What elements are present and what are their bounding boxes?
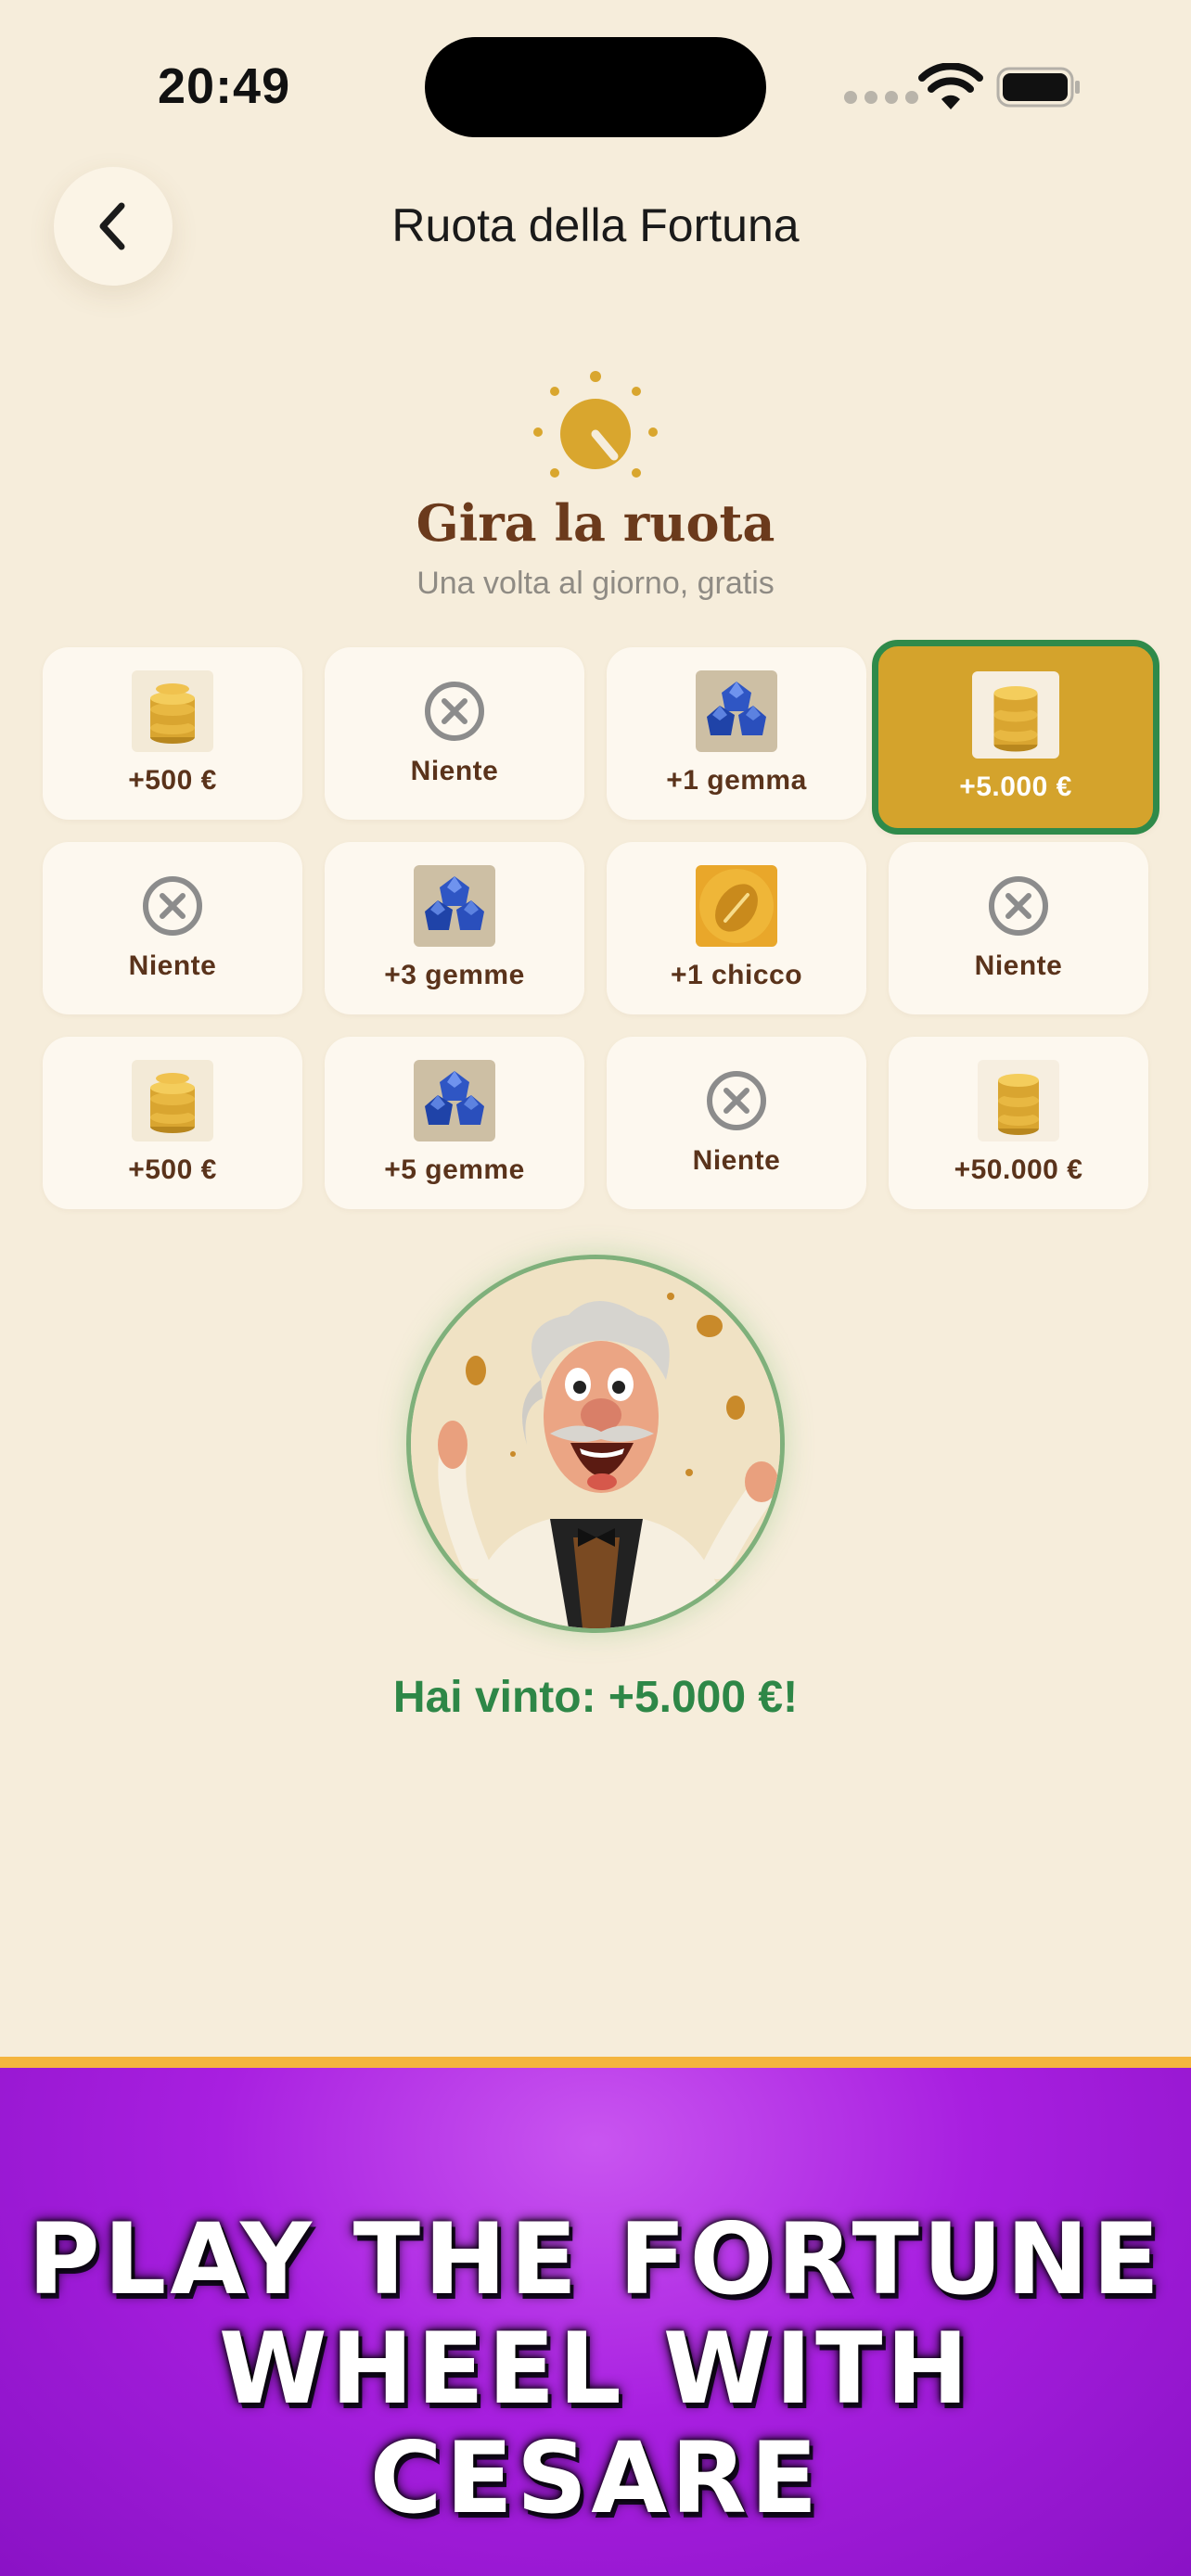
prize-cell[interactable]: Niente bbox=[889, 842, 1148, 1014]
prize-cell[interactable]: +1 chicco bbox=[607, 842, 866, 1014]
prize-cell[interactable]: Niente bbox=[43, 842, 302, 1014]
dynamic-island bbox=[425, 37, 766, 137]
section-subtitle: Una volta al giorno, gratis bbox=[416, 566, 775, 601]
prize-label: +1 chicco bbox=[670, 960, 803, 990]
prize-cell[interactable]: +3 gemme bbox=[325, 842, 584, 1014]
gems-icon bbox=[696, 670, 777, 752]
prize-cell[interactable]: Niente bbox=[325, 647, 584, 820]
promo-line-2: WHEEL WITH CESARE bbox=[218, 2312, 973, 2535]
prize-cell-selected[interactable]: +5.000 € bbox=[872, 640, 1159, 835]
prize-label: +5.000 € bbox=[959, 772, 1072, 802]
cesare-avatar bbox=[406, 1255, 785, 1633]
battery-icon bbox=[996, 67, 1080, 108]
prize-label: +1 gemma bbox=[666, 765, 807, 796]
prize-label: +5 gemme bbox=[384, 1154, 525, 1185]
x-circle-icon bbox=[707, 1071, 766, 1130]
coins-icon bbox=[978, 1060, 1059, 1141]
gems-icon bbox=[414, 1060, 495, 1141]
prize-label: +50.000 € bbox=[954, 1154, 1083, 1185]
prize-label: +3 gemme bbox=[384, 960, 525, 990]
x-circle-icon bbox=[425, 682, 484, 741]
gems-icon bbox=[414, 865, 495, 947]
prize-label: +500 € bbox=[128, 765, 217, 796]
prize-label: Niente bbox=[410, 756, 499, 786]
prize-cell[interactable]: +500 € bbox=[43, 647, 302, 820]
bean-icon bbox=[696, 865, 777, 947]
promo-banner-text: PLAY THE FORTUNE WHEEL WITH CESARE bbox=[0, 2205, 1191, 2533]
coins-icon bbox=[132, 1060, 213, 1141]
prize-label: Niente bbox=[128, 950, 217, 981]
prize-cell[interactable]: +1 gemma bbox=[607, 647, 866, 820]
x-circle-icon bbox=[143, 876, 202, 936]
win-result-text: Hai vinto: +5.000 €! bbox=[392, 1673, 799, 1722]
prize-cell[interactable]: +50.000 € bbox=[889, 1037, 1148, 1209]
prize-cell[interactable]: +500 € bbox=[43, 1037, 302, 1209]
coins-icon bbox=[972, 671, 1059, 759]
prize-cell[interactable]: +5 gemme bbox=[325, 1037, 584, 1209]
coins-icon bbox=[132, 670, 213, 752]
prize-label: Niente bbox=[974, 950, 1063, 981]
status-time: 20:49 bbox=[158, 58, 291, 114]
status-bar: 20:49 bbox=[0, 0, 1191, 176]
page-title: Ruota della Fortuna bbox=[391, 199, 800, 251]
wifi-icon bbox=[918, 63, 983, 109]
fortune-wheel-icon bbox=[533, 371, 658, 478]
section-title: Gira la ruota bbox=[416, 493, 775, 553]
prize-label: +500 € bbox=[128, 1154, 217, 1185]
prize-label: Niente bbox=[692, 1145, 781, 1176]
x-circle-icon bbox=[989, 876, 1048, 936]
promo-line-1: PLAY THE FORTUNE bbox=[28, 2202, 1163, 2316]
prize-cell[interactable]: Niente bbox=[607, 1037, 866, 1209]
prize-grid: +500 € Niente +1 gemma +5.000 € Niente +… bbox=[43, 640, 1159, 1209]
cellular-signal-icon bbox=[844, 91, 918, 104]
